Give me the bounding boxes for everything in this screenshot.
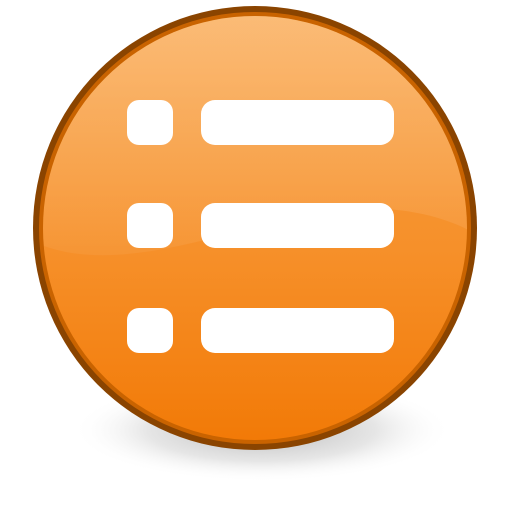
list-line-3 bbox=[201, 308, 394, 353]
list-line-1 bbox=[201, 100, 394, 145]
list-line-2 bbox=[201, 203, 394, 248]
list-bullet-1 bbox=[127, 100, 173, 145]
list-bullet-3 bbox=[127, 308, 173, 353]
bulleted-list-icon[interactable] bbox=[0, 0, 512, 512]
list-bullet-2 bbox=[127, 203, 173, 248]
icon-canvas bbox=[0, 0, 512, 512]
